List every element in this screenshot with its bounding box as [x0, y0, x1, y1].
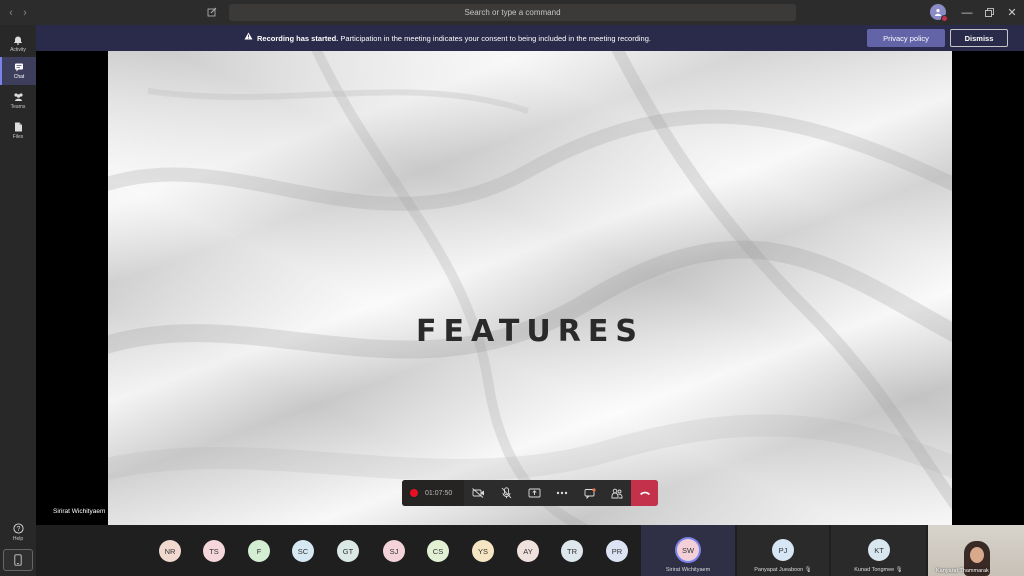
- privacy-policy-button[interactable]: Privacy policy: [867, 29, 945, 47]
- conversation-icon: [584, 487, 596, 499]
- participant-initials: F: [256, 546, 262, 556]
- participant-avatar[interactable]: SJ: [383, 540, 405, 562]
- participant-avatar[interactable]: TR: [561, 540, 583, 562]
- search-input[interactable]: Search or type a command: [229, 4, 796, 21]
- svg-text:?: ?: [16, 526, 20, 533]
- mic-muted-icon: 🎙: [895, 567, 903, 573]
- participant-avatar[interactable]: AY: [517, 540, 539, 562]
- participant-tile[interactable]: PJ Panyapat Jueaboon 🎙: [737, 525, 829, 576]
- presenter-name: Sirirat Wichityaem: [53, 508, 106, 515]
- participant-initials: SJ: [389, 546, 399, 556]
- rail-label: Teams: [10, 104, 26, 110]
- hang-up-icon: [639, 491, 650, 495]
- phone-icon: [14, 554, 22, 566]
- teams-meeting-window: ‹ › Search or type a command — ✕ Activit…: [0, 0, 1024, 576]
- participant-avatar[interactable]: YS: [472, 540, 494, 562]
- participant-avatar[interactable]: TS: [203, 540, 225, 562]
- participant-avatar[interactable]: F: [248, 540, 270, 562]
- teams-icon: [13, 93, 23, 101]
- rail-label: Help: [12, 535, 24, 542]
- more-actions-button[interactable]: [548, 480, 576, 506]
- mic-toggle-button[interactable]: [492, 480, 520, 506]
- device-settings-button[interactable]: [3, 549, 33, 571]
- call-duration: 01:07:50: [425, 489, 453, 497]
- participant-avatar: PJ: [772, 539, 794, 561]
- participant-initials: TR: [567, 546, 577, 556]
- participant-avatar[interactable]: GT: [337, 540, 359, 562]
- participant-initials: TS: [209, 546, 219, 556]
- recording-message-body: Participation in the meeting indicates y…: [338, 34, 651, 43]
- rail-item-activity[interactable]: Activity: [0, 30, 36, 58]
- profile-avatar[interactable]: [930, 4, 948, 22]
- rail-item-chat[interactable]: Chat: [0, 57, 36, 85]
- rail-item-files[interactable]: Files: [0, 117, 36, 145]
- rail-item-help[interactable]: ? Help: [0, 518, 36, 546]
- participant-name: Panyapat Jueaboon 🎙: [737, 567, 829, 573]
- participant-video-tile[interactable]: Kanyarat Thammarak: [928, 525, 1024, 576]
- participant-name-text: Kunad Tongmee: [854, 567, 895, 573]
- show-participants-button[interactable]: [603, 480, 631, 506]
- rail-label: Files: [12, 134, 24, 140]
- help-icon: ?: [12, 522, 24, 534]
- camera-toggle-button[interactable]: [464, 480, 492, 506]
- participant-initials: NR: [164, 546, 176, 556]
- participant-name: Sirirat Wichityaem: [665, 567, 711, 573]
- recording-icon: [410, 489, 418, 497]
- title-bar: ‹ › Search or type a command — ✕: [0, 0, 1024, 25]
- close-icon[interactable]: ✕: [1000, 0, 1024, 25]
- participant-tile[interactable]: KT Kunad Tongmee 🎙: [831, 525, 926, 576]
- recording-message: Recording has started. Participation in …: [257, 34, 651, 43]
- files-icon: [14, 122, 22, 132]
- status-badge: [941, 15, 948, 22]
- hang-up-button[interactable]: [631, 480, 658, 506]
- share-screen-button[interactable]: [520, 480, 548, 506]
- warning-icon: [244, 32, 253, 40]
- participant-initials: AY: [523, 546, 533, 556]
- participant-initials: KT: [874, 545, 884, 555]
- participant-name-text: Panyapat Jueaboon: [754, 567, 804, 573]
- mic-off-icon: [501, 487, 511, 499]
- participant-initials: CS: [432, 546, 444, 556]
- rail-item-teams[interactable]: Teams: [0, 87, 36, 115]
- slide-title: FEATURES: [416, 314, 644, 349]
- back-arrow-icon[interactable]: ‹: [4, 0, 18, 25]
- participant-initials: YS: [477, 546, 488, 556]
- minimize-icon[interactable]: —: [955, 0, 979, 25]
- participant-tile-active[interactable]: SW Sirirat Wichityaem: [641, 525, 735, 576]
- rail-label: Chat: [13, 74, 25, 80]
- participant-avatar[interactable]: CS: [427, 540, 449, 562]
- participant-avatar: SW: [677, 539, 699, 561]
- bell-icon: [14, 36, 22, 45]
- restore-icon[interactable]: [977, 0, 1001, 25]
- participant-initials: SW: [681, 545, 695, 555]
- call-controls: 01:07:50: [402, 480, 658, 506]
- participant-initials: PR: [611, 546, 623, 556]
- recording-message-strong: Recording has started.: [257, 34, 339, 43]
- participant-initials: GT: [342, 546, 354, 556]
- mic-muted-icon: 🎙: [804, 567, 812, 573]
- participant-initials: SC: [297, 546, 309, 556]
- shared-slide: FEATURES: [108, 51, 952, 525]
- dismiss-button[interactable]: Dismiss: [950, 29, 1008, 47]
- chat-icon: [15, 63, 23, 72]
- marble-texture: [108, 51, 952, 525]
- camera-off-icon: [471, 488, 484, 498]
- video-face: [970, 547, 984, 563]
- share-screen-icon: [528, 488, 540, 497]
- show-conversation-button[interactable]: [576, 480, 604, 506]
- rail-label: Activity: [10, 47, 26, 53]
- participant-name: Kunad Tongmee 🎙: [831, 567, 926, 573]
- recording-timer: 01:07:50: [402, 480, 464, 506]
- participant-avatar[interactable]: PR: [606, 540, 628, 562]
- participant-name: Kanyarat Thammarak: [936, 568, 989, 574]
- participants-icon: [611, 488, 623, 498]
- participant-avatar[interactable]: NR: [159, 540, 181, 562]
- more-icon: [556, 491, 568, 495]
- participant-avatar: KT: [868, 539, 890, 561]
- compose-icon[interactable]: [205, 5, 219, 19]
- participant-initials: PJ: [778, 545, 788, 555]
- forward-arrow-icon[interactable]: ›: [18, 0, 32, 25]
- participant-avatar[interactable]: SC: [292, 540, 314, 562]
